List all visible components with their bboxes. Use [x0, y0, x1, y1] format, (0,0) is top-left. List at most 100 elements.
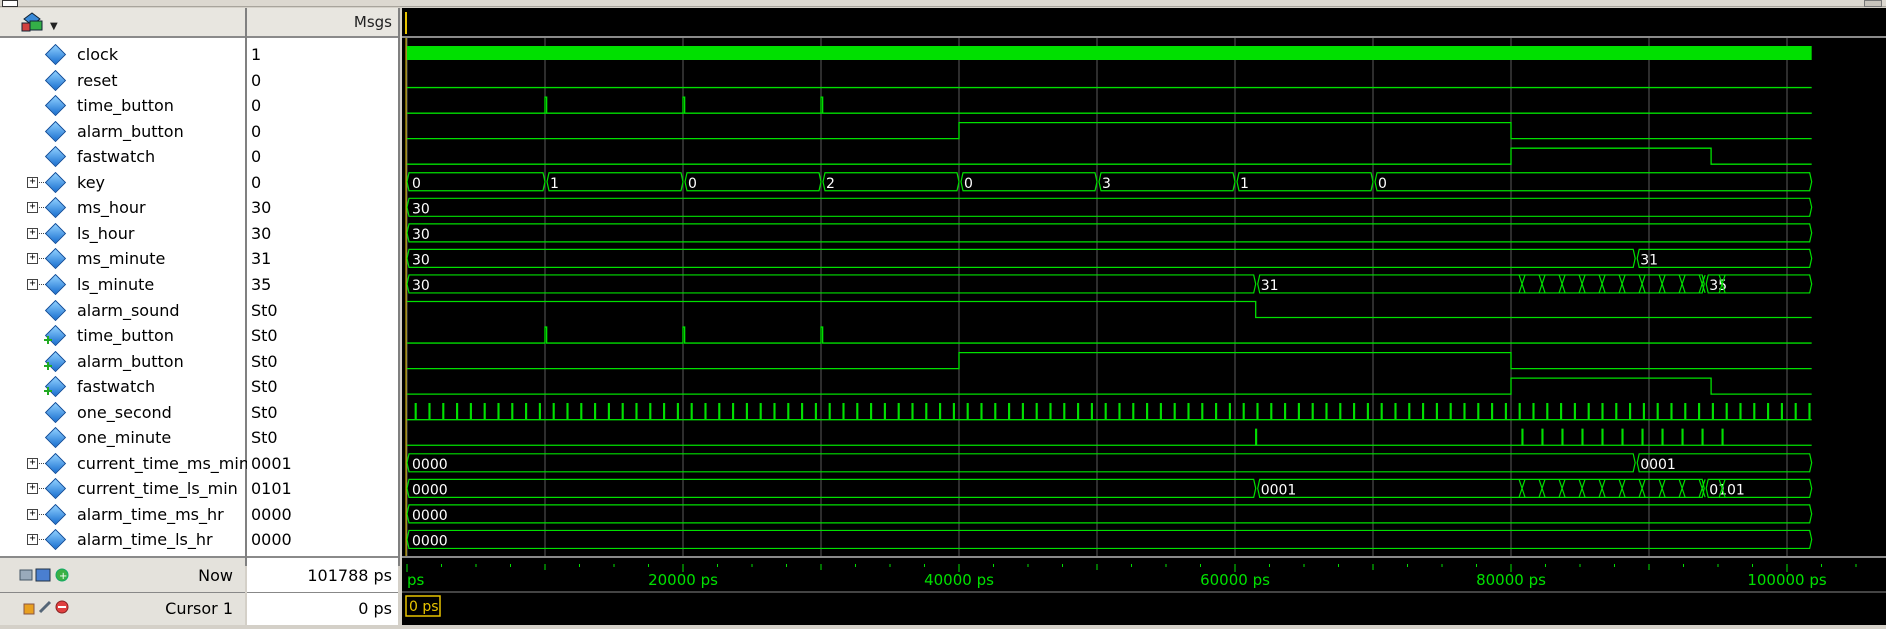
- signal-waveform: [407, 96, 1812, 114]
- signal-row[interactable]: + current_time_ms_min: [0, 451, 249, 476]
- bus-transition: [1578, 274, 1586, 294]
- bus-segment: [822, 172, 960, 192]
- bus-value-label: 0: [412, 176, 421, 192]
- waveform-canvas[interactable]: 0 1 0 2 0 3 1 0303030 3130 31 350000 00010000 0001 01…: [402, 38, 1886, 568]
- signal-row[interactable]: clock: [0, 42, 245, 67]
- bus-value-label: 30: [412, 227, 430, 243]
- signal-row[interactable]: alarm_sound: [0, 298, 245, 323]
- value-row: 0: [247, 93, 398, 118]
- signal-waveform: [407, 377, 1812, 395]
- ruler-tick-label: 40000 ps: [924, 571, 994, 589]
- bus-value-label: 0: [964, 176, 973, 192]
- signal-row[interactable]: one_second: [0, 400, 245, 425]
- bus-value-label: 31: [1640, 252, 1658, 268]
- signal-diamond-icon: [44, 273, 67, 296]
- value-row: St0: [247, 323, 398, 348]
- time-values: 101788 ps 0 ps: [247, 556, 398, 625]
- chevron-down-icon[interactable]: ▼: [50, 21, 58, 32]
- bus-value-label: 30: [412, 201, 430, 217]
- signal-row[interactable]: + ls_hour: [0, 221, 245, 246]
- bus-segment: [406, 274, 1257, 294]
- bus-segment: [684, 172, 822, 192]
- clock-waveform: [407, 46, 1812, 60]
- timeline-ruler-canvas[interactable]: ps 20000 ps 40000 ps 60000 ps 80000 ps 100000…: [402, 558, 1886, 625]
- bus-segment: [960, 172, 1098, 192]
- signal-row[interactable]: reset: [0, 68, 245, 93]
- bus-segment: [1636, 248, 1813, 268]
- now-label: Now: [198, 566, 233, 585]
- signal-name: ls_hour: [77, 223, 135, 243]
- signal-waveform: [407, 147, 1812, 165]
- bus-transition: [1538, 479, 1546, 498]
- bus-value-label: 0001: [1261, 482, 1297, 498]
- names-header: ▼: [0, 8, 245, 38]
- signal-value: 35: [251, 274, 272, 294]
- signal-row[interactable]: one_minute: [0, 425, 245, 450]
- signal-row[interactable]: fastwatch: [0, 144, 245, 169]
- cursor-marker[interactable]: [405, 12, 407, 34]
- bus-value-label: 31: [1261, 278, 1279, 294]
- value-row: St0: [247, 400, 398, 425]
- signal-diamond-icon: [44, 248, 67, 270]
- waveform-pane[interactable]: 0 1 0 2 0 3 1 0 30 30 30 31 30 31 35 0000 0001 0000 0001 01…: [402, 8, 1886, 568]
- value-row: 0000: [247, 527, 398, 552]
- signal-value: 0: [251, 172, 262, 192]
- signal-row[interactable]: + alarm_time_ms_hr: [0, 502, 245, 527]
- bus-value-label: 0101: [1709, 482, 1745, 498]
- signal-value: St0: [251, 377, 278, 397]
- signal-row[interactable]: + alarm_time_ls_hr: [0, 527, 245, 552]
- now-toolbar-icons[interactable]: +: [18, 566, 74, 584]
- signal-row[interactable]: + key: [0, 170, 245, 195]
- signal-row[interactable]: + current_time_ls_min: [0, 476, 245, 501]
- signal-name: time_button: [77, 326, 174, 346]
- value-row: St0: [247, 425, 398, 450]
- driver-plus-icon: [44, 387, 52, 396]
- signal-diamond-icon: [44, 299, 67, 321]
- value-row: 0: [247, 144, 398, 169]
- window-menu-icon[interactable]: [2, 0, 18, 7]
- signal-row[interactable]: + ls_minute: [0, 272, 245, 297]
- value-row: 0: [247, 119, 398, 144]
- bus-value-label: 30: [412, 252, 430, 268]
- signal-row[interactable]: + ms_minute: [0, 246, 245, 271]
- window-control-icon[interactable]: [1864, 0, 1882, 7]
- bus-transition: [1658, 274, 1666, 294]
- wave-library-icon[interactable]: [20, 11, 46, 33]
- signal-name: time_button: [77, 96, 174, 116]
- signal-value: 0: [251, 96, 262, 116]
- cursor-toolbar-icons[interactable]: [22, 598, 78, 616]
- bus-segment: [1257, 274, 1705, 294]
- bus-segment: [1236, 172, 1374, 192]
- signal-value: 0: [251, 70, 262, 90]
- signal-row[interactable]: time_button: [0, 93, 245, 118]
- cursor-label: Cursor 1: [165, 599, 233, 618]
- signal-row[interactable]: alarm_button: [0, 349, 245, 374]
- signal-name: one_second: [77, 402, 172, 422]
- wave-window: ▼ clock reset time_button alarm_button fastw…: [0, 0, 1886, 625]
- signal-value: 31: [251, 249, 272, 269]
- signal-row[interactable]: alarm_button: [0, 119, 245, 144]
- signal-name: current_time_ls_min: [77, 479, 238, 499]
- divider: [0, 592, 245, 593]
- bus-value-label: 2: [826, 176, 835, 192]
- signal-name: alarm_button: [77, 351, 184, 371]
- ruler-tick-label: 20000 ps: [648, 571, 718, 589]
- bus-segment: [406, 529, 1813, 550]
- bus-value-label: 0000: [412, 533, 448, 549]
- signal-value: 0: [251, 147, 262, 167]
- ruler-tick-label: 60000 ps: [1200, 571, 1270, 589]
- value-row: 0: [247, 170, 398, 195]
- bus-value-label: 1: [550, 176, 559, 192]
- signal-diamond-icon: [44, 401, 67, 423]
- signal-name: fastwatch: [77, 377, 156, 397]
- signal-row[interactable]: fastwatch: [0, 374, 245, 399]
- signal-diamond-icon: [44, 529, 67, 551]
- signal-row[interactable]: + ms_hour: [0, 195, 245, 220]
- signal-value: 1: [251, 45, 262, 64]
- signal-row[interactable]: time_button: [0, 323, 245, 348]
- timeline-ruler[interactable]: ps 20000 ps 40000 ps 60000 ps 80000 ps 100000…: [402, 556, 1886, 625]
- signal-diamond-icon: [44, 197, 67, 219]
- bus-transition: [1618, 274, 1626, 294]
- signal-diamond-icon: [44, 146, 67, 168]
- signal-diamond-icon: [44, 120, 67, 142]
